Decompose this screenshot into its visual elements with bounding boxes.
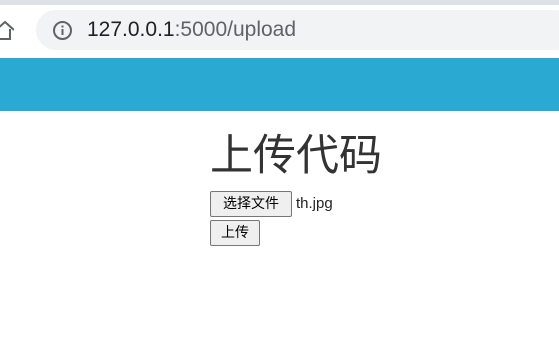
url-path: :5000/upload [174,18,297,41]
site-navbar [0,58,559,111]
tab-strip [0,0,559,5]
url-text[interactable]: 127.0.0.1:5000/upload [87,17,296,43]
browser-toolbar: 127.0.0.1:5000/upload [0,0,559,57]
selected-file-name: th.jpg [296,195,333,212]
home-icon[interactable] [0,19,14,41]
submit-row: 上传 [210,220,260,246]
page-title: 上传代码 [210,131,382,181]
upload-form: 上传代码 选择文件 th.jpg 上传 [210,130,382,246]
info-icon[interactable] [52,20,73,41]
upload-button[interactable]: 上传 [210,220,260,246]
choose-file-button[interactable]: 选择文件 [210,191,292,217]
url-host: 127.0.0.1 [87,18,175,41]
file-input[interactable]: 选择文件 th.jpg [210,191,333,217]
